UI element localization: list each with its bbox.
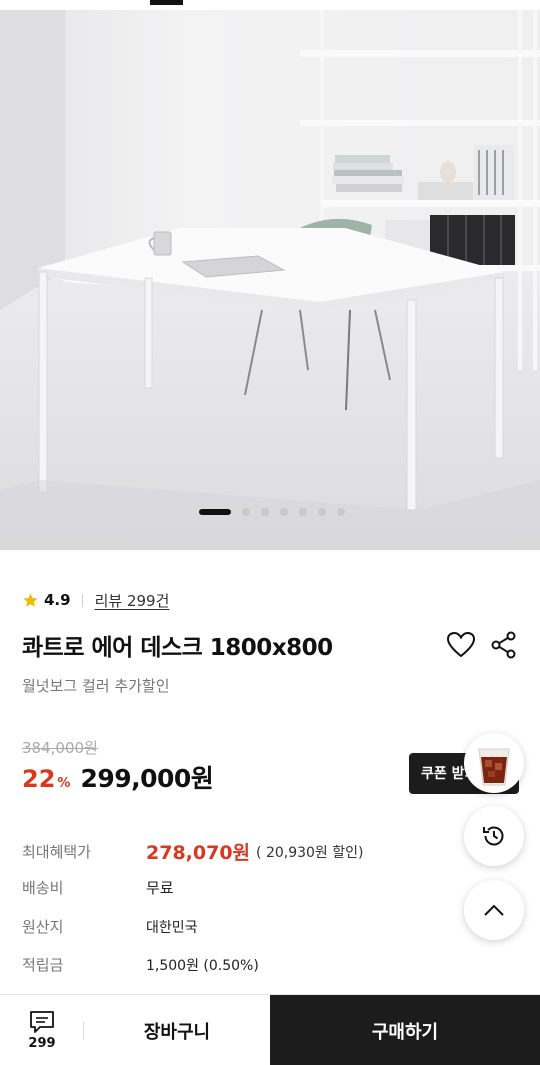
info-row-shipping: 배송비 무료 — [22, 877, 174, 898]
buy-button[interactable]: 구매하기 — [270, 995, 540, 1065]
scroll-top-button[interactable] — [464, 880, 524, 940]
discount-unit: % — [57, 776, 71, 791]
info-label: 적립금 — [22, 956, 64, 974]
carousel-dot-active[interactable] — [199, 509, 231, 515]
carousel-dot[interactable] — [318, 508, 326, 516]
benefit-note[interactable]: ( 20,930원 할인) — [256, 842, 363, 862]
rating-value: 4.9 — [44, 591, 71, 609]
info-row-points: 적립금 1,500원 (0.50%) — [22, 954, 259, 975]
wishlist-heart-icon[interactable] — [446, 630, 476, 660]
cart-button[interactable]: 장바구니 — [84, 995, 270, 1065]
bottom-action-bar: 299 장바구니 구매하기 — [0, 994, 540, 1065]
chevron-up-icon — [484, 904, 504, 916]
info-value: 1,500원 (0.50%) — [146, 957, 259, 974]
divider — [81, 593, 83, 607]
discount-rate: 22 — [22, 765, 56, 793]
info-label: 최대혜택가 — [22, 843, 92, 861]
hero-top-strip — [0, 0, 540, 10]
carousel-dot[interactable] — [280, 508, 288, 516]
history-button[interactable] — [464, 806, 524, 866]
benefit-price: 278,070원 — [146, 842, 251, 864]
info-row-origin: 원산지 대한민국 — [22, 916, 198, 937]
product-subtitle: 월넛보그 컬러 추가할인 — [22, 677, 170, 695]
carousel-dot[interactable] — [261, 508, 269, 516]
price-row: 22 % 299,000원 — [22, 759, 214, 795]
carousel-dot[interactable] — [242, 508, 250, 516]
original-price: 384,000원 — [22, 739, 98, 757]
star-icon — [23, 592, 38, 607]
recent-product-button[interactable] — [464, 733, 524, 793]
chat-count: 299 — [28, 1036, 56, 1051]
product-photo — [0, 10, 540, 550]
info-value: 무료 — [146, 879, 174, 897]
history-icon — [483, 826, 504, 846]
inquiry-button[interactable]: 299 — [0, 995, 84, 1065]
carousel-dot[interactable] — [337, 508, 345, 516]
info-label: 원산지 — [22, 918, 64, 936]
page-indicator-bar — [150, 0, 183, 5]
sale-price: 299,000원 — [80, 764, 214, 793]
share-icon[interactable] — [491, 631, 517, 659]
carousel-dots — [199, 508, 345, 516]
info-label: 배송비 — [22, 879, 64, 897]
chat-icon — [30, 1011, 54, 1033]
review-link[interactable]: 리뷰 299건 — [95, 590, 170, 611]
carousel-dot[interactable] — [299, 508, 307, 516]
iced-drink-icon — [478, 748, 510, 786]
rating-row: 4.9 리뷰 299건 — [22, 589, 169, 611]
info-value: 대한민국 — [146, 919, 198, 936]
info-row-benefit: 최대혜택가 278,070원 ( 20,930원 할인) — [22, 838, 363, 865]
product-image-carousel[interactable] — [0, 0, 540, 550]
product-title: 콰트로 에어 데스크 1800x800 — [22, 635, 333, 661]
